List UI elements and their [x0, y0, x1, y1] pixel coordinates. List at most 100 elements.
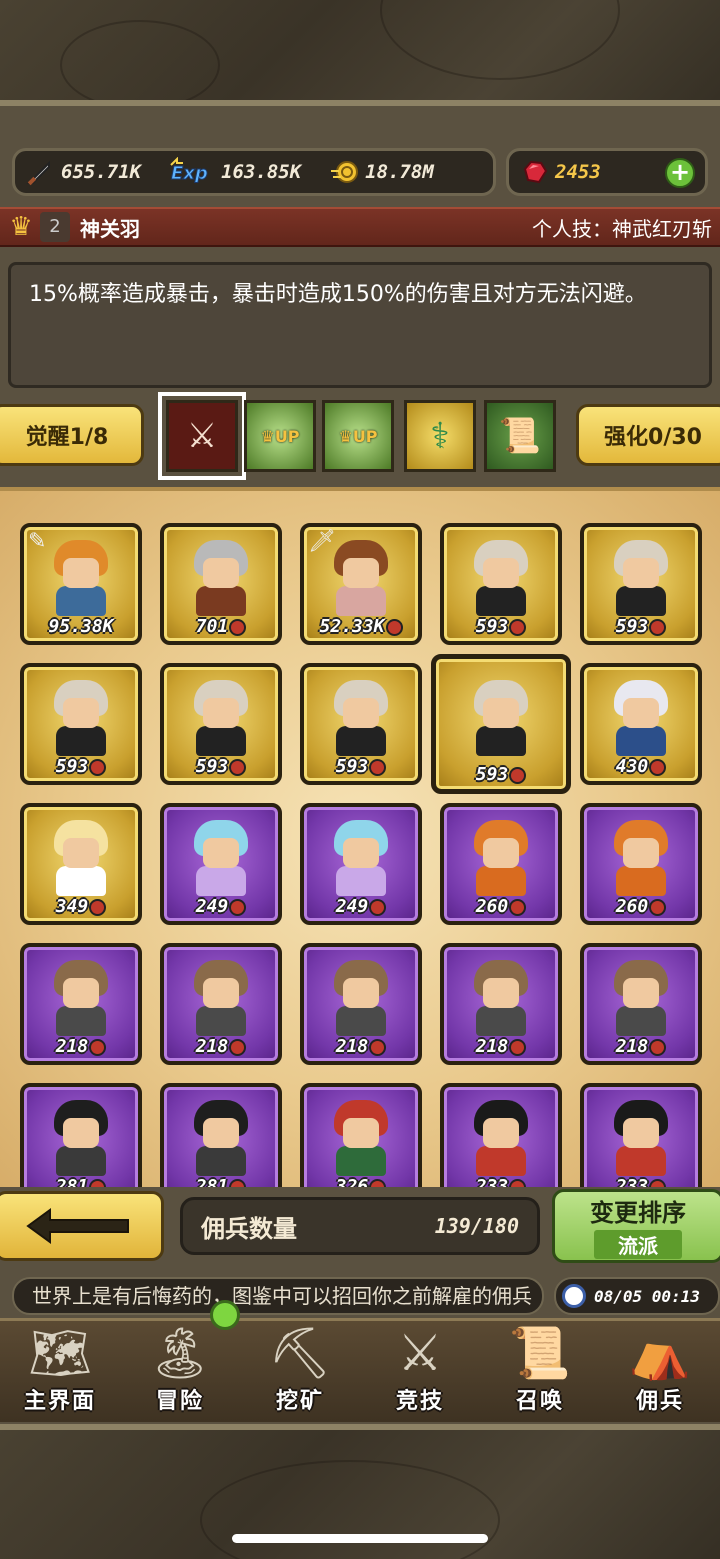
- mercenary-card[interactable]: 593: [160, 663, 282, 785]
- mercenary-card[interactable]: 593: [440, 523, 562, 645]
- back-arrow-icon: [26, 1208, 129, 1244]
- portrait-face: [623, 698, 659, 728]
- portrait-face: [63, 1118, 99, 1148]
- power-value: 218: [195, 1036, 229, 1057]
- portrait-body: [56, 1146, 106, 1176]
- gold-resource: 18.78M: [329, 157, 434, 187]
- sort-label: 变更排序: [590, 1199, 686, 1227]
- crown-up-icon: ♛UP: [338, 426, 378, 446]
- mercenary-card[interactable]: 701: [160, 523, 282, 645]
- power-value: 349: [55, 896, 89, 917]
- mercenary-card[interactable]: 218: [20, 943, 142, 1065]
- nav-item-4[interactable]: 📜 召唤: [480, 1321, 600, 1421]
- hero-personal-skill: 个人技：神武红刃斩: [532, 216, 712, 241]
- mercenary-power: 593: [24, 756, 138, 777]
- bottom-navigation: 🗺 主界面 🏝 冒险 ⛏ 挖矿 ⚔ 竞技 📜 召唤 ⛺ 佣兵: [0, 1318, 720, 1422]
- mercenary-card[interactable]: 218: [580, 943, 702, 1065]
- mercenary-power: 326: [304, 1176, 418, 1187]
- mercenary-card[interactable]: 593: [300, 663, 422, 785]
- enhance-button[interactable]: 强化0/30: [576, 404, 720, 466]
- mercenary-card[interactable]: 218: [300, 943, 422, 1065]
- portrait-face: [63, 558, 99, 588]
- power-value: 249: [335, 896, 369, 917]
- notification-dot: [210, 1300, 240, 1330]
- mercenary-card[interactable]: 349: [20, 803, 142, 925]
- mercenary-card[interactable]: 281: [160, 1083, 282, 1187]
- portrait-body: [476, 1146, 526, 1176]
- mercenary-card[interactable]: 593: [580, 523, 702, 645]
- mercenary-card[interactable]: 430: [580, 663, 702, 785]
- nav-item-2[interactable]: ⛏ 挖矿: [240, 1321, 360, 1421]
- portrait-face: [203, 558, 239, 588]
- mercenary-card[interactable]: 281: [20, 1083, 142, 1187]
- ruby-icon: [519, 157, 549, 187]
- crown-up-icon: ♛UP: [260, 426, 300, 446]
- summon-scroll-icon: 📜: [508, 1324, 572, 1382]
- power-value: 326: [335, 1176, 369, 1187]
- mercenary-power: 218: [24, 1036, 138, 1057]
- nav-item-3[interactable]: ⚔ 竞技: [360, 1321, 480, 1421]
- mercenary-card[interactable]: 218: [440, 943, 562, 1065]
- tab-upgrade-2[interactable]: ♛UP: [322, 400, 394, 472]
- portrait-face: [623, 558, 659, 588]
- back-button[interactable]: [0, 1191, 164, 1261]
- mercenary-card[interactable]: 218: [160, 943, 282, 1065]
- level-badge-icon: [369, 758, 387, 776]
- tab-glaive[interactable]: ⚕: [404, 400, 476, 472]
- mercenary-power: 218: [304, 1036, 418, 1057]
- nav-item-1[interactable]: 🏝 冒险: [120, 1321, 240, 1421]
- clock-time: 08/05 00:13: [594, 1286, 700, 1306]
- mercenary-card[interactable]: 593: [431, 654, 571, 794]
- resource-bar: 655.71K Exp 163.85K 18.78M 2453 +: [12, 148, 708, 196]
- mercenary-portrait: [186, 540, 256, 618]
- mercenary-card[interactable]: 249: [160, 803, 282, 925]
- crown-icon: ♛: [9, 212, 33, 242]
- mercenary-card[interactable]: 260: [580, 803, 702, 925]
- mercenary-power: 218: [444, 1036, 558, 1057]
- mercenary-portrait: [466, 540, 536, 618]
- awaken-button[interactable]: 觉醒1/8: [0, 404, 144, 466]
- mercenary-power: 593: [164, 756, 278, 777]
- mercenary-card[interactable]: 593: [20, 663, 142, 785]
- portrait-face: [483, 1118, 519, 1148]
- nav-item-0[interactable]: 🗺 主界面: [0, 1321, 120, 1421]
- level-badge-icon: [385, 618, 403, 636]
- tab-weapon-skill[interactable]: ⚔: [158, 392, 246, 480]
- currency-pill: 655.71K Exp 163.85K 18.78M: [12, 148, 496, 196]
- portrait-body: [616, 586, 666, 616]
- level-badge-icon: [509, 766, 527, 784]
- mercenary-card[interactable]: 249: [300, 803, 422, 925]
- mercenary-card[interactable]: ✎ 95.38K: [20, 523, 142, 645]
- home-indicator[interactable]: [232, 1534, 488, 1543]
- power-value: 593: [55, 756, 89, 777]
- mercenary-power: 249: [304, 896, 418, 917]
- hero-name: 神关羽: [80, 216, 140, 241]
- portrait-face: [483, 698, 519, 728]
- add-gems-button[interactable]: +: [665, 158, 695, 188]
- tab-upgrade-1[interactable]: ♛UP: [244, 400, 316, 472]
- mercenary-card[interactable]: 260: [440, 803, 562, 925]
- power-value: 281: [55, 1176, 89, 1187]
- power-value: 430: [615, 756, 649, 777]
- mercenary-card[interactable]: 233: [580, 1083, 702, 1187]
- level-badge-icon: [649, 898, 667, 916]
- nav-label: 主界面: [23, 1389, 96, 1414]
- mercenary-power: 593: [584, 616, 698, 637]
- level-badge-icon: [369, 1038, 387, 1056]
- mercenary-card[interactable]: 🗡 52.33K: [300, 523, 422, 645]
- portrait-body: [336, 586, 386, 616]
- power-value: 701: [195, 616, 229, 637]
- change-sort-button[interactable]: 变更排序 流派: [552, 1189, 720, 1263]
- power-value: 593: [475, 616, 509, 637]
- mercenary-portrait: [466, 960, 536, 1038]
- mercenary-portrait: [606, 680, 676, 758]
- portrait-body: [616, 1006, 666, 1036]
- tab-scroll[interactable]: 📜: [484, 400, 556, 472]
- exp-resource: Exp 163.85K: [169, 156, 301, 187]
- mercenary-portrait: [186, 820, 256, 898]
- mercenary-card[interactable]: 233: [440, 1083, 562, 1187]
- mercenary-card[interactable]: 326: [300, 1083, 422, 1187]
- clock: 08/05 00:13: [554, 1277, 720, 1315]
- nav-item-5[interactable]: ⛺ 佣兵: [600, 1321, 720, 1421]
- power-value: 218: [615, 1036, 649, 1057]
